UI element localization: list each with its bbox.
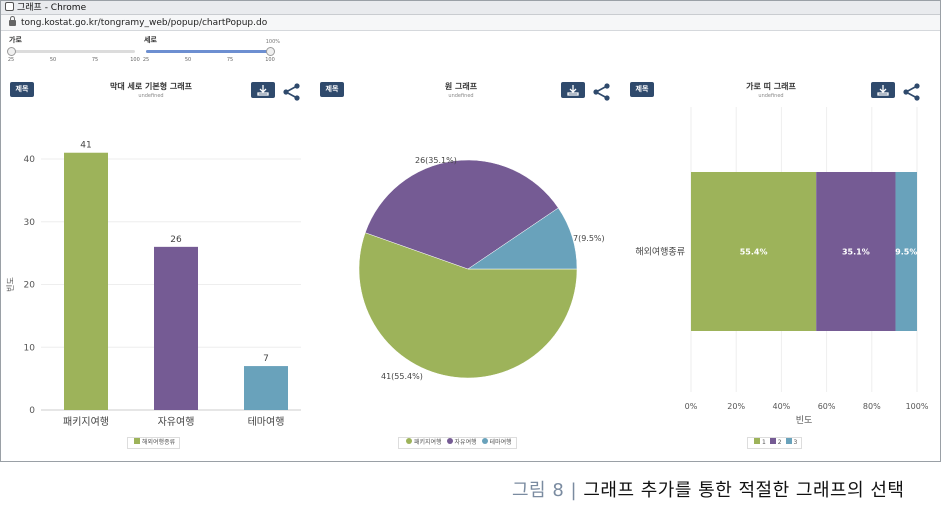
legend-swatch — [134, 438, 140, 444]
address-bar[interactable]: tong.kostat.go.kr/tongramy_web/popup/cha… — [1, 15, 940, 31]
x-tick-label: 80% — [863, 402, 881, 411]
bar-data-label: 7 — [263, 354, 269, 364]
width-slider-ticks: 25 50 75 100 — [7, 57, 141, 65]
pie-data-label: 7(9.5%) — [573, 234, 605, 243]
pie-chart: 41(55.4%) 26(35.1%) 7(9.5%) — [358, 156, 605, 381]
y-tick-label: 40 — [24, 155, 36, 165]
legend-swatch — [446, 438, 453, 444]
bar — [244, 366, 288, 410]
caption-text: 그래프 추가를 통한 적절한 그래프의 선택 — [583, 480, 905, 501]
segment-data-label: 55.4% — [740, 248, 768, 257]
legend-label: 해외여행종류 — [142, 439, 176, 446]
height-slider-group: 세로 100% 25 50 75 100 — [142, 33, 280, 67]
bar-chart-panel: 제목 막대 세로 기본형 그래프 undefined 0 10 20 30 40 빈도 41… — [1, 79, 301, 459]
slider-tick: 75 — [226, 57, 234, 63]
y-tick-label: 20 — [24, 281, 36, 291]
bar — [64, 152, 108, 410]
window-titlebar: 그래프 - Chrome — [1, 1, 940, 15]
bar-chart: 0 10 20 30 40 빈도 41 패키지여행 26 자유여행 7 테마여행 — [6, 141, 301, 428]
bar-legend: 해외여행종류 — [127, 437, 181, 449]
legend-label: 3 — [793, 439, 798, 446]
bar-data-label: 26 — [170, 235, 182, 245]
legend-swatch — [769, 438, 776, 444]
stacked-bar-chart: 0% 20% 40% 60% 80% 100% 빈도 55.4% 35.1% 9.5% 해외여행종류 — [635, 107, 929, 426]
width-slider-thumb[interactable] — [7, 47, 16, 56]
width-slider-group: 가로 25 50 75 100 — [7, 33, 141, 67]
figure-caption: 그림 8 | 그래프 추가를 통한 적절한 그래프의 선택 — [512, 476, 904, 502]
y-tick-label: 10 — [24, 343, 36, 353]
slider-tick: 25 — [142, 57, 150, 63]
x-tick-label: 0% — [685, 402, 698, 411]
height-slider-label: 세로 — [144, 36, 157, 44]
app-icon — [5, 2, 14, 11]
x-axis-label: 빈도 — [796, 415, 813, 426]
x-tick-label: 40% — [773, 402, 791, 411]
height-slider[interactable] — [146, 47, 275, 56]
bar — [154, 246, 198, 410]
x-tick-label: 테마여행 — [248, 416, 285, 428]
segment-data-label: 9.5% — [895, 248, 917, 257]
legend-swatch — [406, 438, 412, 444]
browser-window: 그래프 - Chrome tong.kostat.go.kr/tongramy_… — [0, 0, 941, 462]
lock-icon — [9, 16, 16, 26]
x-tick-label: 패키지여행 — [63, 416, 109, 428]
x-tick-label: 60% — [818, 402, 836, 411]
legend-swatch — [481, 438, 488, 444]
window-title: 그래프 - Chrome — [17, 3, 87, 13]
width-slider-label: 가로 — [9, 36, 22, 44]
height-slider-ticks: 25 50 75 100 — [142, 57, 276, 65]
segment-data-label: 35.1% — [842, 248, 870, 257]
url-text[interactable]: tong.kostat.go.kr/tongramy_web/popup/cha… — [21, 18, 267, 28]
x-tick-label: 20% — [727, 402, 745, 411]
bar-data-label: 41 — [80, 141, 91, 151]
legend-label: 패키지여행 — [414, 439, 442, 446]
pie-data-label: 41(55.4%) — [381, 372, 423, 381]
legend-label: 1 — [762, 439, 766, 446]
slider-tick: 100 — [130, 57, 140, 63]
width-slider[interactable] — [7, 47, 135, 56]
slider-tick: 50 — [184, 57, 192, 63]
slider-tick: 50 — [49, 57, 57, 63]
pie-chart-panel: 제목 원 그래프 undefined 41(55.4%) 26(35.1%) 7(9… — [311, 79, 611, 459]
height-slider-thumb[interactable] — [266, 47, 275, 56]
pie-legend: 패키지여행 자유여행 테마여행 — [398, 437, 517, 449]
y-tick-label: 30 — [24, 218, 36, 228]
legend-swatch — [785, 438, 792, 444]
y-tick-label: 해외여행종류 — [635, 246, 685, 258]
slider-tick: 75 — [91, 57, 99, 63]
legend-label: 2 — [777, 439, 782, 446]
legend-label: 테마여행 — [489, 439, 512, 446]
y-axis-label: 빈도 — [6, 277, 15, 292]
slider-tick: 25 — [7, 57, 15, 63]
slider-tick: 100 — [265, 57, 275, 63]
legend-label: 자유여행 — [454, 439, 477, 446]
size-sliders: 가로 25 50 75 100 세로 100% 25 50 75 100 — [1, 33, 301, 69]
caption-separator: | — [570, 480, 578, 501]
figure-number: 그림 8 — [512, 480, 565, 501]
y-tick-label: 0 — [29, 406, 35, 416]
stacked-bar-legend: 1 2 3 — [747, 437, 803, 449]
x-tick-label: 자유여행 — [158, 416, 195, 428]
stacked-bar-panel: 제목 가로 띠 그래프 undefined 0% 20% 40% 60% 80% 100%… — [621, 79, 929, 459]
legend-swatch — [754, 438, 760, 444]
x-tick-label: 100% — [906, 402, 929, 411]
height-slider-value: 100% — [265, 39, 280, 45]
pie-data-label: 26(35.1%) — [415, 156, 457, 165]
